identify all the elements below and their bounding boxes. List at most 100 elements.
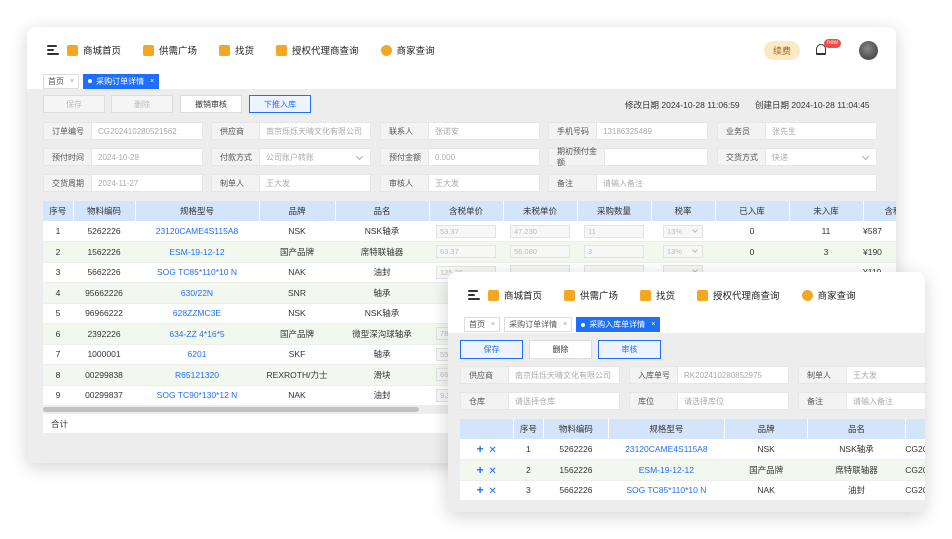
win2-field-2[interactable]: 制单人 王大发: [798, 366, 925, 384]
win1-field-6[interactable]: 付款方式 公司账户转账: [211, 148, 371, 166]
cell-input[interactable]: 11: [584, 224, 644, 238]
column-header[interactable]: 序号: [513, 419, 544, 439]
nav-home[interactable]: 商城首页: [488, 288, 542, 302]
nav-home[interactable]: 商城首页: [67, 43, 121, 57]
column-header[interactable]: 品牌: [259, 201, 336, 221]
win1-field-9[interactable]: 交货方式 快递: [717, 148, 877, 166]
horizontal-scrollbar[interactable]: [43, 407, 419, 412]
column-header[interactable]: 品名: [335, 201, 430, 221]
table-row[interactable]: + ✕35662226SOG TC85*110*10 NNAK油封CG20241…: [460, 480, 925, 501]
renew-button[interactable]: 续费: [764, 41, 800, 60]
cell-input[interactable]: 53.37: [436, 224, 496, 238]
nav-find[interactable]: 找货: [219, 43, 254, 57]
cell-input[interactable]: 13%: [663, 224, 703, 238]
column-header[interactable]: 含税: [863, 201, 896, 221]
tab-home[interactable]: 首页 ×: [464, 317, 501, 332]
win1-field-0[interactable]: 订单编号 CG202410280521562: [43, 122, 203, 140]
column-header[interactable]: 未入库: [789, 201, 864, 221]
win1-field-5[interactable]: 预付时间 2024-10-28: [43, 148, 203, 166]
win1-field-10[interactable]: 交货周期 2024-11-27: [43, 174, 203, 192]
field-value[interactable]: 请选择库位: [677, 392, 789, 410]
nav-market[interactable]: 供需广场: [143, 43, 197, 57]
close-icon[interactable]: ×: [150, 78, 154, 85]
field-value[interactable]: 南京烁烁天晴文化有限公司: [508, 366, 620, 384]
close-icon[interactable]: ✕: [488, 445, 496, 456]
plus-icon[interactable]: +: [477, 442, 484, 456]
avatar[interactable]: [859, 41, 878, 60]
nav-find[interactable]: 找货: [640, 288, 675, 302]
close-icon[interactable]: ✕: [488, 466, 496, 477]
win1-field-7[interactable]: 预付金额 0.000: [380, 148, 540, 166]
win1-field-1[interactable]: 供应商 南京烁烁天晴文化有限公司: [211, 122, 371, 140]
column-header[interactable]: 采购: [905, 419, 925, 439]
column-header[interactable]: 未税单价: [503, 201, 578, 221]
delete-button[interactable]: 删除: [529, 340, 592, 359]
field-value[interactable]: CG202410280521562: [91, 122, 203, 140]
tab-stock-in[interactable]: 采购入库单详情 ×: [576, 317, 661, 332]
win1-field-8[interactable]: 期初预付金额: [548, 147, 708, 167]
column-header[interactable]: 规格型号: [608, 419, 725, 439]
win1-field-13[interactable]: 备注 请输入备注: [548, 174, 877, 192]
field-value[interactable]: 0.000: [428, 148, 540, 166]
table-row[interactable]: + ✕21562226ESM-19-12-12国产品牌席特联轴器CG202410: [460, 459, 925, 481]
field-value[interactable]: 2024-10-28: [91, 148, 203, 166]
cell-input[interactable]: 3: [584, 245, 644, 259]
nav-market[interactable]: 供需广场: [564, 288, 618, 302]
field-value[interactable]: 请输入备注: [846, 392, 925, 410]
save-button[interactable]: 保存: [460, 340, 523, 359]
plus-icon[interactable]: +: [477, 483, 484, 497]
field-value[interactable]: 快递: [765, 148, 877, 166]
revoke-audit-button[interactable]: 撤销审核: [180, 95, 242, 113]
column-header[interactable]: 采购数量: [577, 201, 652, 221]
cell-input[interactable]: 13%: [663, 245, 703, 259]
column-header[interactable]: 序号: [43, 201, 74, 221]
cell-input[interactable]: 56.080: [510, 245, 570, 259]
table-row[interactable]: 1 5262226 23120CAME4S115A8 NSK NSK轴承 53.37 47.…: [43, 221, 896, 242]
win2-field-0[interactable]: 供应商 南京烁烁天晴文化有限公司: [460, 366, 620, 384]
win1-field-11[interactable]: 制单人 王大发: [211, 174, 371, 192]
column-header[interactable]: 规格型号: [135, 201, 260, 221]
cell-input[interactable]: 63.37: [436, 245, 496, 259]
field-value[interactable]: 请输入备注: [596, 174, 877, 192]
field-value[interactable]: [604, 148, 708, 166]
close-icon[interactable]: ×: [563, 321, 567, 328]
win2-field-1[interactable]: 入库单号 RK202410280852975: [629, 366, 789, 384]
field-value[interactable]: 南京烁烁天晴文化有限公司: [259, 122, 371, 140]
column-header[interactable]: 税率: [651, 201, 716, 221]
win2-field-5[interactable]: 备注 请输入备注: [798, 392, 925, 410]
win1-field-12[interactable]: 审核人 王大发: [380, 174, 540, 192]
field-value[interactable]: 张诺安: [428, 122, 540, 140]
field-value[interactable]: 13186325489: [596, 122, 708, 140]
tab-purchase-order[interactable]: 采购订单详情 ×: [504, 317, 573, 332]
win1-field-3[interactable]: 手机号码 13186325489: [548, 122, 708, 140]
win1-field-4[interactable]: 业务员 张先生: [717, 122, 877, 140]
nav-agent-query[interactable]: 授权代理商查询: [276, 43, 359, 57]
table-row[interactable]: 2 1562226 ESM-19-12-12 国产品牌 席特联轴器 63.37 56.080…: [43, 241, 896, 263]
column-header[interactable]: 物料编码: [73, 201, 136, 221]
push-to-stock-button[interactable]: 下推入库: [249, 95, 311, 113]
audit-button[interactable]: 审核: [598, 340, 661, 359]
field-value[interactable]: 王大发: [428, 174, 540, 192]
column-header[interactable]: 品牌: [724, 419, 809, 439]
field-value[interactable]: 王大发: [846, 366, 925, 384]
table-row[interactable]: + ✕1526222623120CAME4S115A8NSKNSK轴承CG202…: [460, 439, 925, 460]
field-value[interactable]: 2024-11-27: [91, 174, 203, 192]
save-button[interactable]: 保存: [43, 95, 105, 113]
column-header[interactable]: 品名: [807, 419, 906, 439]
nav-agent-query[interactable]: 授权代理商查询: [697, 288, 780, 302]
menu-icon[interactable]: [468, 290, 480, 300]
column-header[interactable]: 含税单价: [429, 201, 504, 221]
field-value[interactable]: 请选择仓库: [508, 392, 620, 410]
plus-icon[interactable]: +: [477, 463, 484, 477]
cell-input[interactable]: 47.230: [510, 224, 570, 238]
field-value[interactable]: 张先生: [765, 122, 877, 140]
menu-icon[interactable]: [47, 45, 59, 55]
close-icon[interactable]: ×: [651, 321, 655, 328]
close-icon[interactable]: ×: [70, 78, 74, 85]
field-value[interactable]: RK202410280852975: [677, 366, 789, 384]
tab-purchase-order[interactable]: 采购订单详情 ×: [83, 73, 160, 89]
nav-merchant-query[interactable]: 商家查询: [380, 43, 435, 57]
close-icon[interactable]: ✕: [488, 486, 496, 497]
column-header[interactable]: 物料编码: [543, 419, 609, 439]
delete-button[interactable]: 删除: [111, 95, 173, 113]
